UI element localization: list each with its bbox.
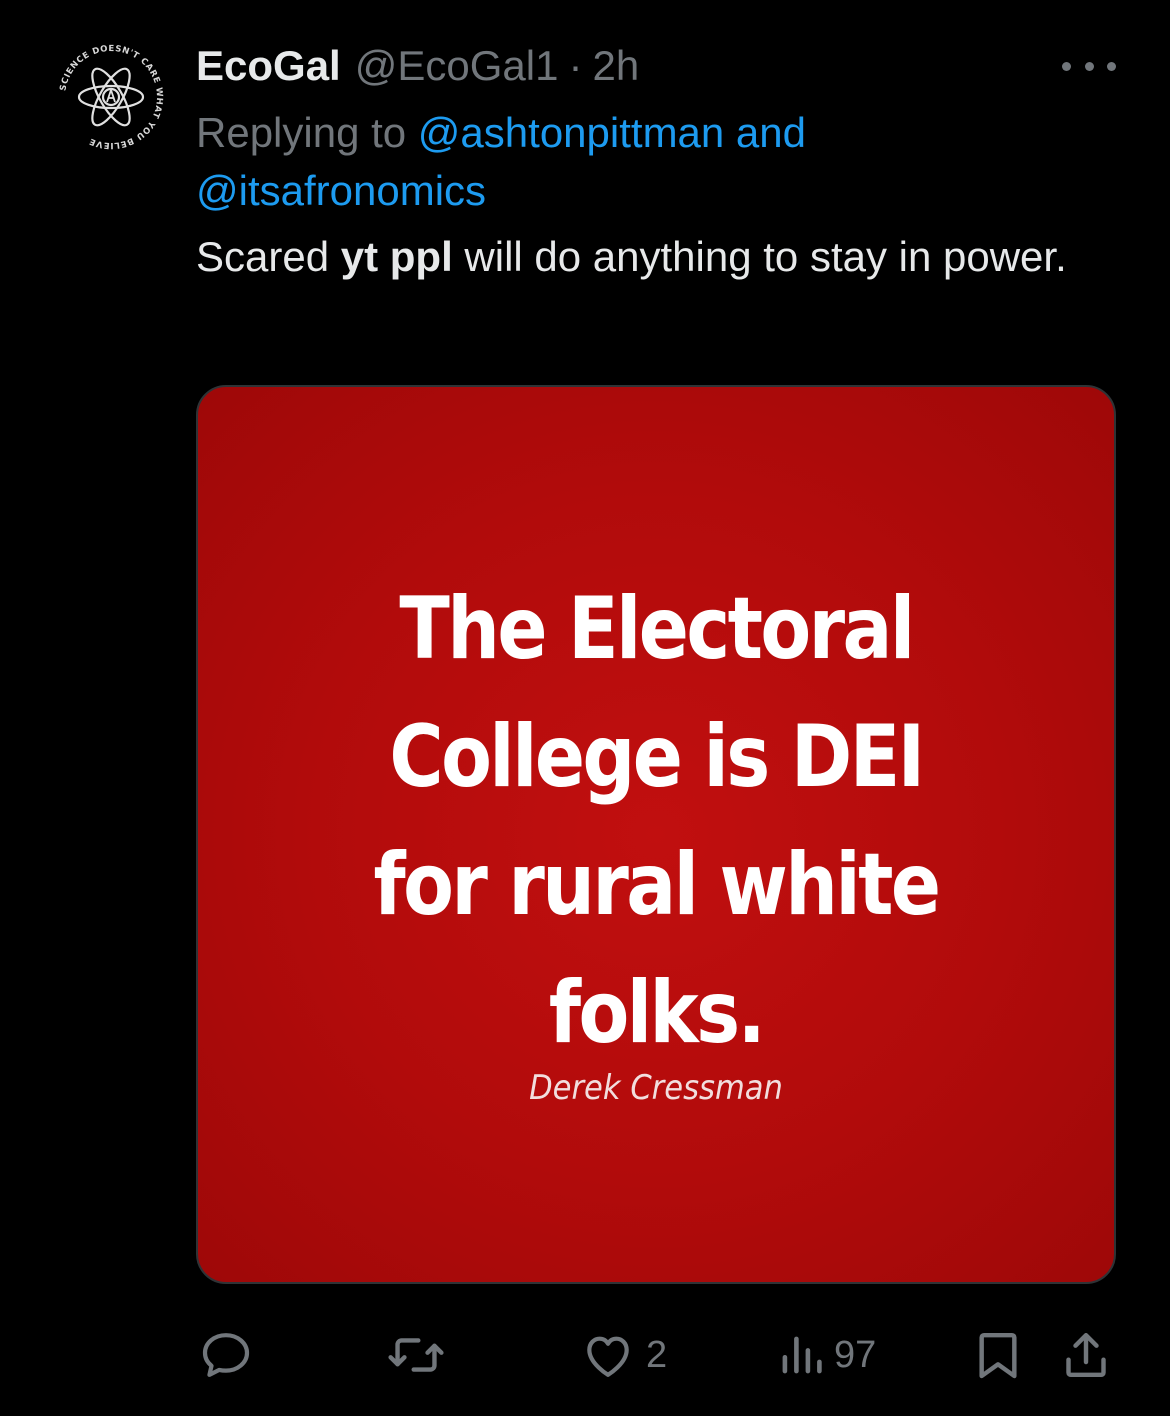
bar-chart-icon	[782, 1336, 822, 1374]
image-quote: The Electoral College is DEI for rural w…	[262, 565, 1050, 1077]
retweet-button[interactable]	[386, 1322, 446, 1388]
timestamp[interactable]: 2h	[592, 40, 639, 92]
separator: ·	[568, 42, 583, 89]
avatar[interactable]: SCIENCE DOESN'T CARE WHAT YOU BELIEVE	[52, 38, 170, 156]
reply-button[interactable]	[198, 1322, 254, 1388]
share-icon	[1066, 1332, 1106, 1378]
replying-to: Replying to @ashtonpittman and @itsafrono…	[196, 104, 1096, 220]
share-button[interactable]	[1060, 1322, 1112, 1388]
more-options-button[interactable]	[1062, 48, 1116, 84]
action-bar: 2 97	[196, 1322, 1116, 1388]
views-button[interactable]: 97	[778, 1322, 876, 1388]
more-dot	[1107, 61, 1116, 71]
tweet-text-part: Scared	[196, 233, 341, 280]
mention-joiner[interactable]: and	[724, 109, 806, 156]
atom-logo-icon: SCIENCE DOESN'T CARE WHAT YOU BELIEVE	[54, 40, 168, 154]
quote-line: folks.	[548, 963, 766, 1063]
mention-link[interactable]: @ashtonpittman	[418, 109, 724, 156]
views-count: 97	[834, 1333, 877, 1376]
display-name[interactable]: EcoGal	[196, 40, 341, 92]
speech-bubble-icon	[202, 1333, 250, 1377]
tweet-header: EcoGal @EcoGal1 · 2h	[196, 40, 639, 92]
bookmark-button[interactable]	[972, 1322, 1024, 1388]
quote-line: for rural white	[373, 835, 942, 935]
quote-line: The Electoral	[399, 579, 915, 679]
like-count: 2	[646, 1333, 668, 1376]
more-dot	[1062, 61, 1071, 71]
tweet-text-part: will do anything to stay in power.	[452, 233, 1067, 280]
mention-link[interactable]: @itsafronomics	[196, 167, 486, 214]
image-attribution: Derek Cressman	[529, 1068, 783, 1108]
media-image[interactable]: The Electoral College is DEI for rural w…	[196, 385, 1116, 1284]
tweet-text-bold: yt ppl	[340, 233, 453, 280]
tweet[interactable]: SCIENCE DOESN'T CARE WHAT YOU BELIEVE Ec…	[0, 0, 1170, 1416]
like-button[interactable]: 2	[580, 1322, 667, 1388]
user-handle[interactable]: @EcoGal1	[355, 40, 559, 92]
bookmark-icon	[979, 1332, 1017, 1379]
retweet-icon	[388, 1338, 444, 1372]
heart-icon	[587, 1336, 629, 1377]
replying-prefix: Replying to	[196, 109, 418, 156]
tweet-text: Scared yt ppl will do anything to stay i…	[196, 228, 1096, 286]
quote-line: College is DEI	[389, 707, 925, 807]
more-dot	[1084, 61, 1094, 71]
